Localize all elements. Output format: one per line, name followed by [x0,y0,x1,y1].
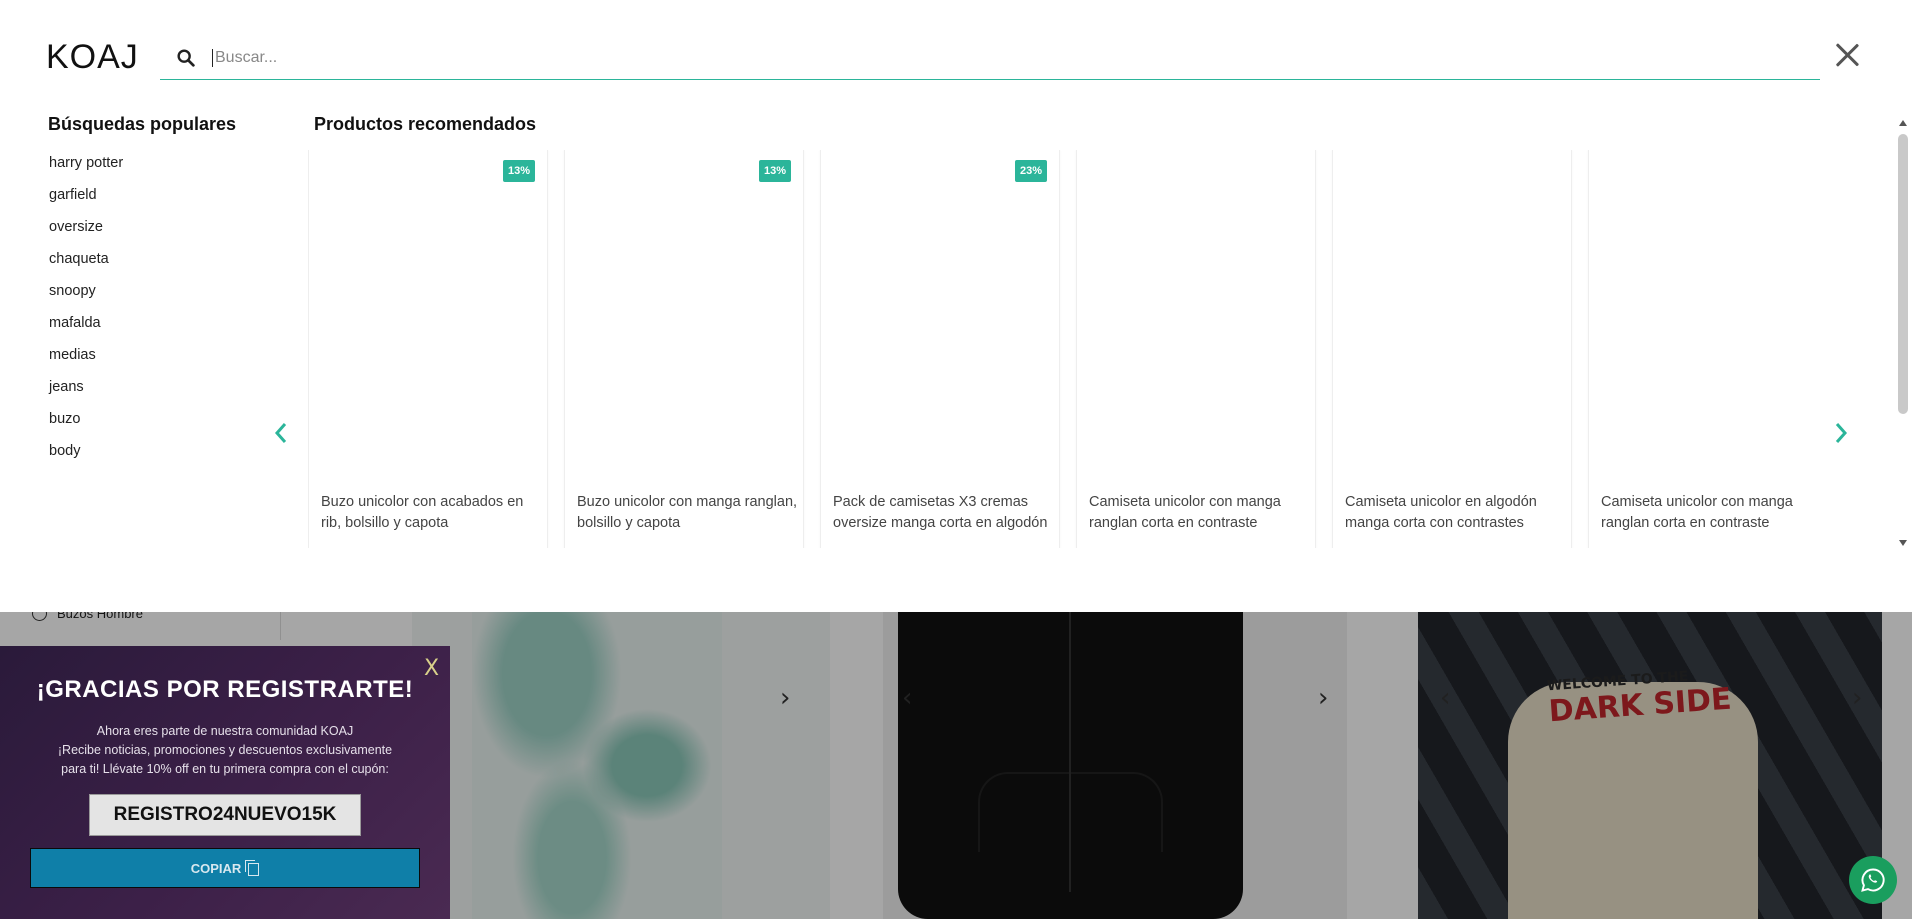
product-name[interactable]: Camiseta unicolor en algodón manga corta… [1345,492,1567,534]
popular-search-item[interactable]: snoopy [49,280,123,312]
whatsapp-icon[interactable] [1849,856,1897,904]
popular-search-item[interactable]: oversize [49,216,123,248]
popup-message-line: Ahora eres parte de nuestra comunidad KO… [96,724,354,738]
popular-search-item[interactable]: chaqueta [49,248,123,280]
copy-icon [245,860,260,876]
popular-searches-list: harry potter garfield oversize chaqueta … [49,152,123,472]
scroll-up-icon[interactable] [1899,120,1907,126]
product-name[interactable]: Camiseta unicolor con manga ranglan cort… [1601,492,1816,534]
recommended-products-title: Productos recomendados [314,114,537,134]
popular-search-item[interactable]: garfield [49,184,123,216]
overlay-scrollbar[interactable] [1897,118,1909,548]
product-name[interactable]: Pack de camisetas X3 cremas oversize man… [833,492,1055,534]
search-input[interactable] [212,48,1712,67]
product-name[interactable]: Camiseta unicolor con manga ranglan cort… [1089,492,1311,534]
registration-popup: X ¡GRACIAS POR REGISTRARTE! Ahora eres p… [0,646,450,919]
product-card[interactable]: Camiseta unicolor con manga ranglan cort… [1588,150,1816,548]
popular-searches-title: Búsquedas populares [48,114,237,134]
search-icon[interactable] [172,44,200,72]
popular-search-item[interactable]: buzo [49,408,123,440]
copy-button-label: COPIAR [190,860,242,876]
search-bar [160,36,1820,80]
product-card[interactable]: 13% Buzo unicolor con acabados en rib, b… [308,150,548,548]
chevron-right-icon[interactable] [1830,418,1852,448]
product-name[interactable]: Buzo unicolor con acabados en rib, bolsi… [321,492,543,534]
scroll-down-icon[interactable] [1899,540,1907,546]
product-name[interactable]: Buzo unicolor con manga ranglan, bolsill… [577,492,799,534]
popular-search-item[interactable]: jeans [49,376,123,408]
coupon-code: REGISTRO24NUEVO15K [89,794,361,836]
product-card[interactable]: 13% Buzo unicolor con manga ranglan, bol… [564,150,804,548]
close-icon[interactable] [1834,42,1860,68]
product-card[interactable]: Camiseta unicolor en algodón manga corta… [1332,150,1572,548]
product-card[interactable]: Camiseta unicolor con manga ranglan cort… [1076,150,1316,548]
recommended-products-carousel: 13% Buzo unicolor con acabados en rib, b… [308,150,1816,548]
scrollbar-thumb[interactable] [1898,134,1908,414]
popular-search-item[interactable]: medias [49,344,123,376]
koaj-logo[interactable]: KOAJ [46,40,139,74]
popup-message: Ahora eres parte de nuestra comunidad KO… [20,722,430,779]
popular-search-item[interactable]: harry potter [49,152,123,184]
discount-badge: 23% [1014,160,1047,182]
popup-message-line: ¡Recibe noticias, promociones y descuent… [57,743,393,757]
popular-search-item[interactable]: body [49,440,123,472]
product-card[interactable]: 23% Pack de camisetas X3 cremas oversize… [820,150,1060,548]
discount-badge: 13% [758,160,791,182]
popular-search-item[interactable]: mafalda [49,312,123,344]
chevron-left-icon[interactable] [270,418,292,448]
popup-title: ¡GRACIAS POR REGISTRARTE! [36,676,414,703]
search-overlay: KOAJ Búsquedas populares harry potter ga… [0,0,1912,612]
popup-message-line: para ti! Llévate 10% off en tu primera c… [61,762,389,776]
copy-coupon-button[interactable]: COPIAR [30,848,420,888]
discount-badge: 13% [502,160,535,182]
